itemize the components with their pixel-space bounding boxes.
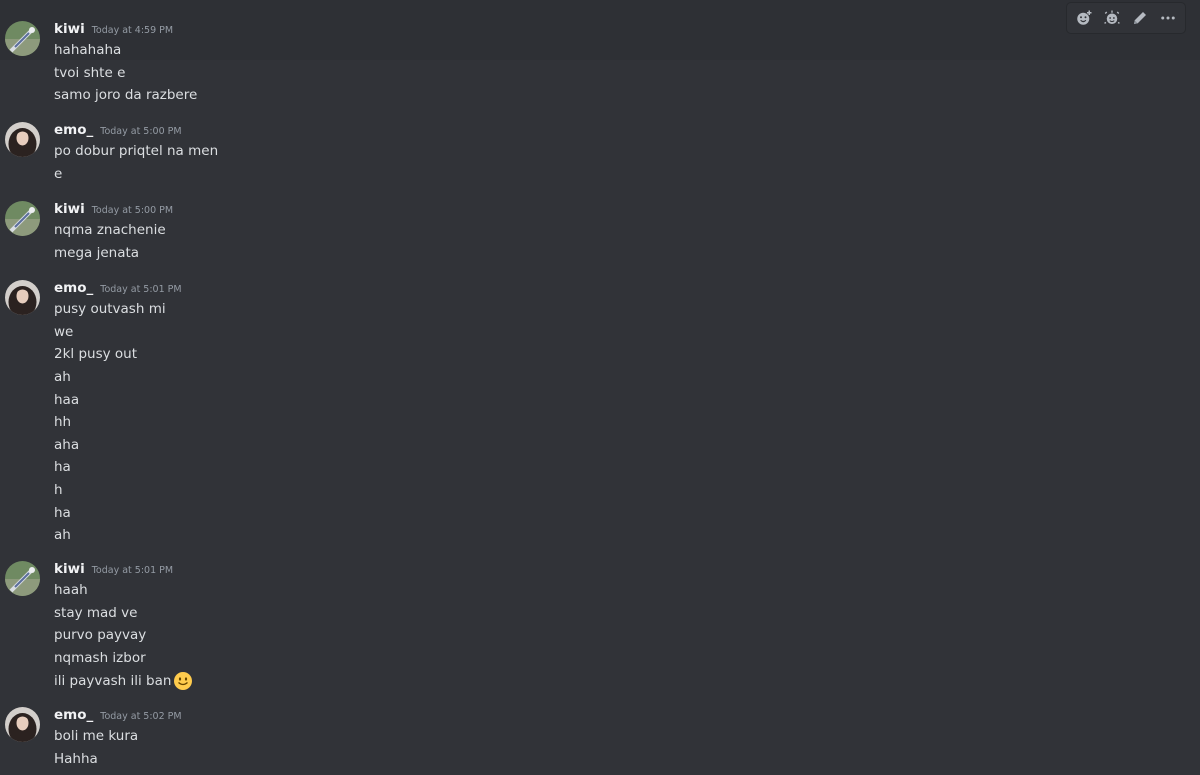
username[interactable]: kiwi (54, 201, 85, 217)
avatar-kiwi[interactable] (5, 21, 40, 56)
message-text: nqma znachenie (54, 222, 166, 239)
message-text: e (54, 165, 63, 182)
message-text: ah (54, 527, 71, 544)
username[interactable]: kiwi (54, 21, 85, 37)
message-text: purvo payvay (54, 627, 147, 644)
message-text: aha (54, 436, 80, 453)
message-text: boli me kura (54, 728, 139, 745)
super-reaction-icon[interactable] (1099, 5, 1125, 31)
more-options-icon[interactable] (1155, 5, 1181, 31)
message-header: kiwi Today at 5:00 PM (54, 201, 173, 221)
username[interactable]: emo_ (54, 280, 93, 296)
message-text: 2kl pusy out (54, 346, 137, 363)
avatar-emo[interactable] (5, 280, 40, 315)
username[interactable]: emo_ (54, 122, 93, 138)
message-text: ha (54, 459, 71, 476)
message-header: kiwi Today at 4:59 PM (54, 21, 173, 41)
message-text: hh (54, 414, 72, 431)
message-header: emo_ Today at 5:00 PM (54, 122, 182, 142)
avatar-emo[interactable] (5, 122, 40, 157)
message-header: kiwi Today at 5:01 PM (54, 561, 173, 581)
message-text: h (54, 482, 63, 499)
message-lines: nqma znachenie mega jenata (54, 219, 166, 264)
edit-icon[interactable] (1127, 5, 1153, 31)
avatar-kiwi[interactable] (5, 201, 40, 236)
timestamp: Today at 5:02 PM (100, 711, 182, 722)
message-text: haa (54, 391, 80, 408)
message-header: emo_ Today at 5:02 PM (54, 707, 182, 727)
message-lines: pusy outvash mi we 2kl pusy out ah haa h… (54, 298, 166, 547)
message-actions-toolbar (1066, 2, 1186, 34)
avatar-emo[interactable] (5, 707, 40, 742)
message-text: pusy outvash mi (54, 301, 166, 318)
timestamp: Today at 5:01 PM (100, 284, 182, 295)
message-text: haah (54, 582, 88, 599)
message-text: ili payvash ili ban (54, 672, 172, 689)
message-lines: hahahaha tvoi shte e samo joro da razber… (54, 39, 197, 107)
message-text: mega jenata (54, 244, 140, 261)
username[interactable]: emo_ (54, 707, 93, 723)
message-text: ah (54, 369, 71, 386)
message-text: samo joro da razbere (54, 87, 198, 104)
add-reaction-icon[interactable] (1071, 5, 1097, 31)
timestamp: Today at 4:59 PM (91, 25, 174, 36)
message-text: ha (54, 504, 71, 521)
message-header: emo_ Today at 5:01 PM (54, 280, 182, 300)
timestamp: Today at 5:00 PM (91, 205, 174, 216)
message-text: hahahaha (54, 42, 122, 59)
message-lines: po dobur priqtel na men e (54, 140, 218, 185)
message-text: tvoi shte e (54, 64, 126, 81)
message-text: po dobur priqtel na men (54, 143, 219, 160)
message-text: nqmash izbor (54, 650, 146, 667)
message-text: stay mad ve (54, 604, 138, 621)
message-text: Hahha (54, 750, 98, 767)
message-line-with-emoji: ili payvash ili ban (54, 669, 193, 692)
message-lines: boli me kura Hahha (54, 725, 138, 770)
message-text: we (54, 323, 74, 340)
timestamp: Today at 5:00 PM (100, 126, 182, 137)
username[interactable]: kiwi (54, 561, 85, 577)
timestamp: Today at 5:01 PM (91, 565, 174, 576)
avatar-kiwi[interactable] (5, 561, 40, 596)
message-lines: haah stay mad ve purvo payvay nqmash izb… (54, 579, 193, 692)
slightly-smiling-face-emoji[interactable] (173, 671, 193, 691)
